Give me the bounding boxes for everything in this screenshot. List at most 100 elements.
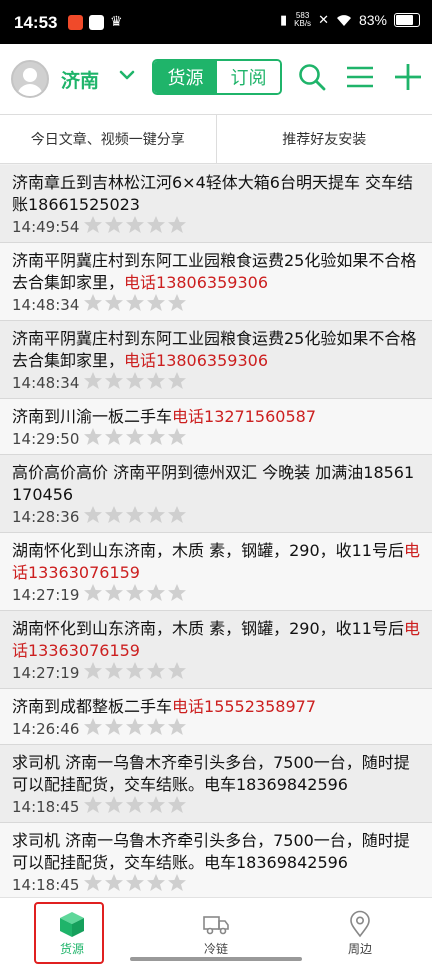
list-item[interactable]: 高价高价高价 济南平阴到德州双汇 今晚装 加满油1856117045614:28… xyxy=(0,455,432,533)
star-icon xyxy=(146,427,166,451)
list-item[interactable]: 济南到成都整板二手车电话1555235897714:26:46 xyxy=(0,689,432,745)
item-meta: 14:48:34 xyxy=(12,372,420,394)
rating-stars xyxy=(83,795,187,819)
list-item[interactable]: 济南平阴冀庄村到东阿工业园粮食运费25化验如果不合格去合集卸家里，电话13806… xyxy=(0,243,432,321)
net-speed: 583 KB/s xyxy=(294,12,311,28)
star-icon xyxy=(125,795,145,819)
star-icon xyxy=(104,293,124,317)
star-icon xyxy=(167,371,187,395)
star-icon xyxy=(167,505,187,529)
star-icon xyxy=(83,717,103,741)
list-item[interactable]: 湖南怀化到山东济南，木质 素，钢罐，290，收11号后电话13363076159… xyxy=(0,533,432,611)
cargo-description: 济南到成都整板二手车电话15552358977 xyxy=(12,696,420,718)
star-icon xyxy=(146,293,166,317)
box-icon xyxy=(58,910,86,938)
list-item[interactable]: 湖南怀化到山东济南，木质 素，钢罐，290，收11号后电话13363076159… xyxy=(0,611,432,689)
bottom-tab-bar: 货源 冷链 周边 xyxy=(0,897,432,965)
phone-link[interactable]: 电话15552358977 xyxy=(172,697,316,716)
star-icon xyxy=(167,717,187,741)
star-icon xyxy=(83,371,103,395)
list-item[interactable]: 求司机 济南一乌鲁木齐牵引头多台，7500一台，随时提可以配挂配货，交车结账。电… xyxy=(0,823,432,901)
star-icon xyxy=(125,505,145,529)
status-time: 14:53 xyxy=(14,13,57,33)
star-icon xyxy=(125,427,145,451)
cargo-description: 高价高价高价 济南平阴到德州双汇 今晚装 加满油18561170456 xyxy=(12,462,420,506)
star-icon xyxy=(83,583,103,607)
tab-huoyuan[interactable]: 货源 xyxy=(154,61,217,93)
tab-label: 货源 xyxy=(60,940,84,957)
phone-link[interactable]: 电话13271560587 xyxy=(172,407,316,426)
city-selector-label[interactable]: 济南 xyxy=(61,66,99,93)
star-icon xyxy=(104,583,124,607)
star-icon xyxy=(146,873,166,897)
item-meta: 14:27:19 xyxy=(12,584,420,606)
star-icon xyxy=(146,795,166,819)
star-icon xyxy=(125,215,145,239)
item-meta: 14:49:54 xyxy=(12,216,420,238)
star-icon xyxy=(83,215,103,239)
wifi-icon xyxy=(336,14,352,27)
chevron-down-icon[interactable] xyxy=(118,66,136,84)
tab-dingyue[interactable]: 订阅 xyxy=(217,61,280,93)
rating-stars xyxy=(83,661,187,685)
star-icon xyxy=(83,427,103,451)
signal-off-icon: ✕ xyxy=(318,12,329,28)
rating-stars xyxy=(83,717,187,741)
crown-icon: ♛ xyxy=(110,14,123,30)
star-icon xyxy=(83,795,103,819)
home-indicator[interactable] xyxy=(130,957,302,961)
star-icon xyxy=(146,583,166,607)
tab-cargo[interactable]: 货源 xyxy=(0,898,144,965)
star-icon xyxy=(83,873,103,897)
star-icon xyxy=(146,661,166,685)
item-meta: 14:26:46 xyxy=(12,718,420,740)
timestamp: 14:29:50 xyxy=(12,430,79,448)
app-notification-icon xyxy=(68,15,83,30)
star-icon xyxy=(146,215,166,239)
avatar[interactable] xyxy=(11,60,49,98)
location-pin-icon xyxy=(346,910,374,938)
list-item[interactable]: 济南平阴冀庄村到东阿工业园粮食运费25化验如果不合格去合集卸家里，电话13806… xyxy=(0,321,432,399)
tab-label: 周边 xyxy=(348,940,372,957)
tab-cold-chain[interactable]: 冷链 xyxy=(144,898,288,965)
star-icon xyxy=(167,795,187,819)
rating-stars xyxy=(83,215,187,239)
app-header: 济南 货源 订阅 xyxy=(0,44,432,115)
notification-icons: ♛ xyxy=(68,14,123,30)
phone-link[interactable]: 电话13806359306 xyxy=(124,273,268,292)
star-icon xyxy=(146,505,166,529)
star-icon xyxy=(104,371,124,395)
list-item[interactable]: 济南章丘到吉林松江河6×4轻体大箱6台明天提车 交车结账186615250231… xyxy=(0,165,432,243)
cargo-description: 济南平阴冀庄村到东阿工业园粮食运费25化验如果不合格去合集卸家里，电话13806… xyxy=(12,250,420,294)
item-meta: 14:48:34 xyxy=(12,294,420,316)
star-icon xyxy=(167,293,187,317)
item-meta: 14:18:45 xyxy=(12,874,420,896)
rating-stars xyxy=(83,371,187,395)
star-icon xyxy=(125,873,145,897)
timestamp: 14:18:45 xyxy=(12,798,79,816)
vibrate-icon: ▮ xyxy=(280,12,287,28)
star-icon xyxy=(167,873,187,897)
star-icon xyxy=(104,661,124,685)
share-articles-button[interactable]: 今日文章、视频一键分享 xyxy=(0,115,216,163)
star-icon xyxy=(125,717,145,741)
list-item[interactable]: 求司机 济南一乌鲁木齐牵引头多台，7500一台，随时提可以配挂配货，交车结账。电… xyxy=(0,745,432,823)
add-icon[interactable] xyxy=(393,62,423,92)
timestamp: 14:48:34 xyxy=(12,374,79,392)
timestamp: 14:48:34 xyxy=(12,296,79,314)
search-icon[interactable] xyxy=(297,62,327,92)
tab-nearby[interactable]: 周边 xyxy=(288,898,432,965)
cargo-description: 济南到川渝一板二手车电话13271560587 xyxy=(12,406,420,428)
cargo-description: 湖南怀化到山东济南，木质 素，钢罐，290，收11号后电话13363076159 xyxy=(12,540,420,584)
list-item[interactable]: 济南到川渝一板二手车电话13271560587 14:29:50 xyxy=(0,399,432,455)
star-icon xyxy=(167,661,187,685)
recommend-friends-button[interactable]: 推荐好友安装 xyxy=(217,115,432,163)
cargo-description: 湖南怀化到山东济南，木质 素，钢罐，290，收11号后电话13363076159 xyxy=(12,618,420,662)
menu-icon[interactable] xyxy=(345,62,375,92)
phone-link[interactable]: 电话13806359306 xyxy=(124,351,268,370)
timestamp: 14:49:54 xyxy=(12,218,79,236)
rating-stars xyxy=(83,293,187,317)
star-icon xyxy=(83,505,103,529)
item-meta: 14:28:36 xyxy=(12,506,420,528)
rating-stars xyxy=(83,583,187,607)
